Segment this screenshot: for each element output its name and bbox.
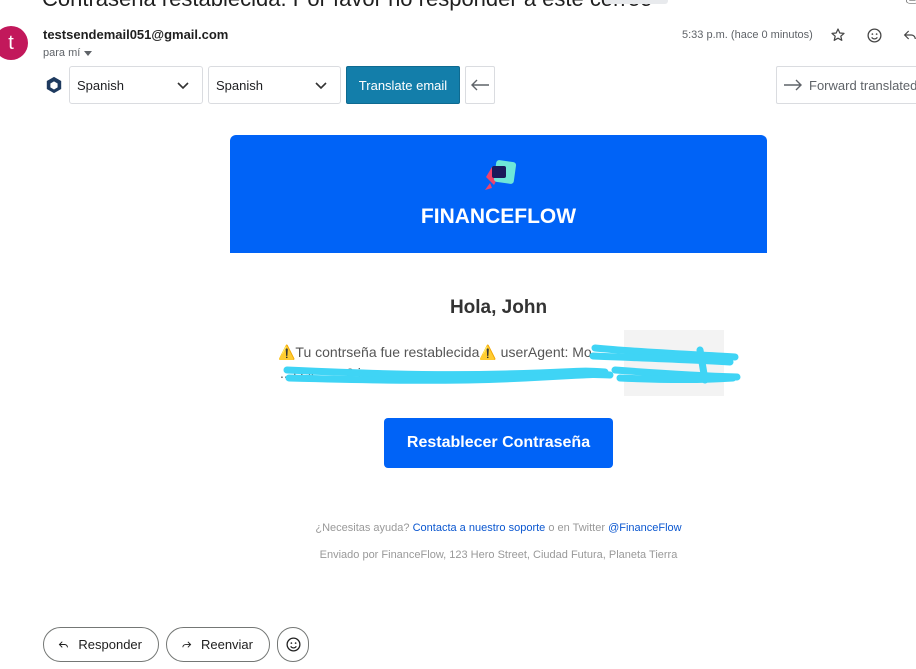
sender-email: testsendemail051@gmail.com — [43, 27, 229, 42]
add-reaction-button[interactable] — [863, 24, 885, 46]
reset-password-button[interactable]: Restablecer Contraseña — [384, 418, 613, 468]
forward-translated-label: Forward translated — [809, 77, 916, 93]
target-language-select[interactable]: Spanish — [208, 66, 341, 104]
email-subject: Contraseña restablecida. Por favor no re… — [42, 0, 652, 12]
twitter-link[interactable]: @FinanceFlow — [608, 522, 682, 534]
recipient-label: para mí — [43, 47, 81, 59]
back-button[interactable] — [465, 66, 495, 104]
help-middle: o en Twitter — [548, 522, 606, 534]
financeflow-logo-icon — [485, 160, 517, 190]
chevron-down-icon — [177, 82, 189, 90]
forward-translated-button[interactable]: Forward translated — [776, 66, 916, 104]
translate-email-button[interactable]: Translate email — [346, 66, 460, 104]
support-link[interactable]: Contacta a nuestro soporte — [413, 522, 546, 534]
star-icon — [831, 28, 845, 41]
print-icon[interactable]: ⎙ — [906, 0, 916, 8]
redaction-scribble — [283, 344, 741, 384]
reply-pill-button[interactable]: Responder — [43, 627, 159, 662]
emoji-icon — [866, 27, 882, 43]
recipient-details[interactable]: para mí — [43, 47, 93, 59]
source-language-select[interactable]: Spanish — [69, 66, 203, 104]
reply-button[interactable] — [899, 24, 916, 46]
arrow-left-icon — [471, 79, 489, 91]
email-timestamp: 5:33 p.m. (hace 0 minutos) — [682, 29, 813, 41]
greeting-heading: Hola, John — [449, 297, 548, 318]
forward-icon — [182, 640, 192, 648]
sender-avatar[interactable]: t — [0, 26, 28, 60]
source-language-value: Spanish — [77, 77, 124, 93]
emoji-reaction-button[interactable] — [277, 627, 309, 662]
reply-label: Responder — [78, 637, 142, 652]
inbox-label-chip[interactable] — [604, 0, 668, 4]
emoji-icon — [285, 637, 301, 652]
reply-icon — [903, 30, 916, 40]
brand-name: FINANCEFLOW — [420, 205, 577, 228]
reply-icon — [58, 640, 68, 648]
chevron-down-icon — [84, 50, 93, 56]
target-language-value: Spanish — [216, 77, 263, 93]
translate-logo-icon — [46, 76, 62, 94]
arrow-right-icon — [784, 79, 802, 91]
forward-pill-button[interactable]: Reenviar — [166, 627, 270, 662]
chevron-down-icon — [315, 82, 327, 90]
sender-address-footer: Enviado por FinanceFlow, 123 Hero Street… — [319, 549, 678, 561]
help-line: ¿Necesitas ayuda? Contacta a nuestro sop… — [230, 522, 767, 534]
help-prefix: ¿Necesitas ayuda? — [315, 522, 410, 534]
forward-label: Reenviar — [200, 637, 253, 652]
star-button[interactable] — [827, 24, 849, 46]
